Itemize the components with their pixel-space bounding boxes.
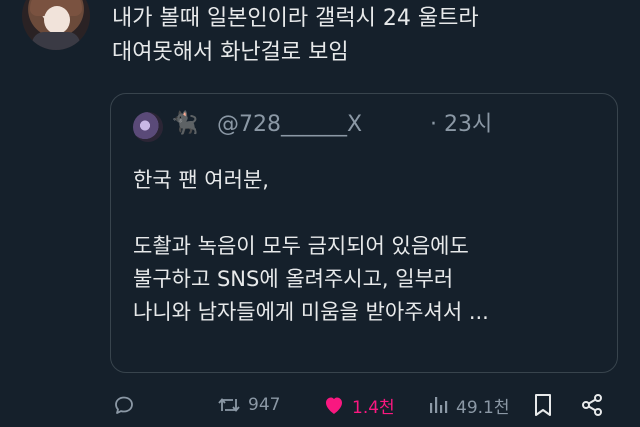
views-button[interactable]: 49.1천 (428, 388, 510, 422)
quoted-author-handle[interactable]: @728______X (217, 110, 362, 140)
like-button[interactable]: 1.4천 (322, 388, 395, 422)
retweet-icon (216, 393, 242, 417)
quoted-tweet-card[interactable]: 🐈‍⬛ @728______X · 23시 한국 팬 여러분, 도촬과 녹음이 … (110, 93, 618, 373)
views-count: 49.1천 (456, 397, 510, 418)
retweet-count: 947 (248, 395, 281, 415)
quoted-tweet-time[interactable]: · 23시 (430, 110, 492, 140)
heart-icon (322, 393, 346, 417)
share-button[interactable] (580, 388, 604, 422)
reply-button[interactable] (112, 388, 136, 422)
views-chart-icon (428, 393, 450, 417)
retweet-button[interactable]: 947 (216, 388, 280, 422)
bookmark-button[interactable] (532, 388, 554, 422)
quoted-author-avatar[interactable] (133, 112, 163, 142)
bookmark-icon (532, 392, 554, 418)
like-count: 1.4천 (352, 397, 395, 418)
quoted-paragraph-main: 도촬과 녹음이 모두 금지되어 있음에도 불구하고 SNS에 올려주시고, 일부… (133, 234, 489, 324)
avatar-face (44, 6, 70, 34)
share-icon (580, 393, 604, 417)
avatar-shirt (32, 32, 80, 50)
tweet-text: 내가 볼때 일본인이라 갤럭시 24 울트라 대여못해서 화난걸로 보임 (112, 6, 479, 65)
reply-icon (112, 393, 136, 417)
black-cat-emoji: 🐈‍⬛ (171, 111, 199, 136)
author-avatar[interactable] (22, 0, 90, 50)
tweet-action-bar: 947 1.4천 49.1천 (0, 388, 640, 422)
quoted-tweet-body: 한국 팬 여러분, 도촬과 녹음이 모두 금지되어 있음에도 불구하고 SNS에… (133, 164, 603, 329)
quoted-paragraph-greeting: 한국 팬 여러분, (133, 168, 269, 192)
